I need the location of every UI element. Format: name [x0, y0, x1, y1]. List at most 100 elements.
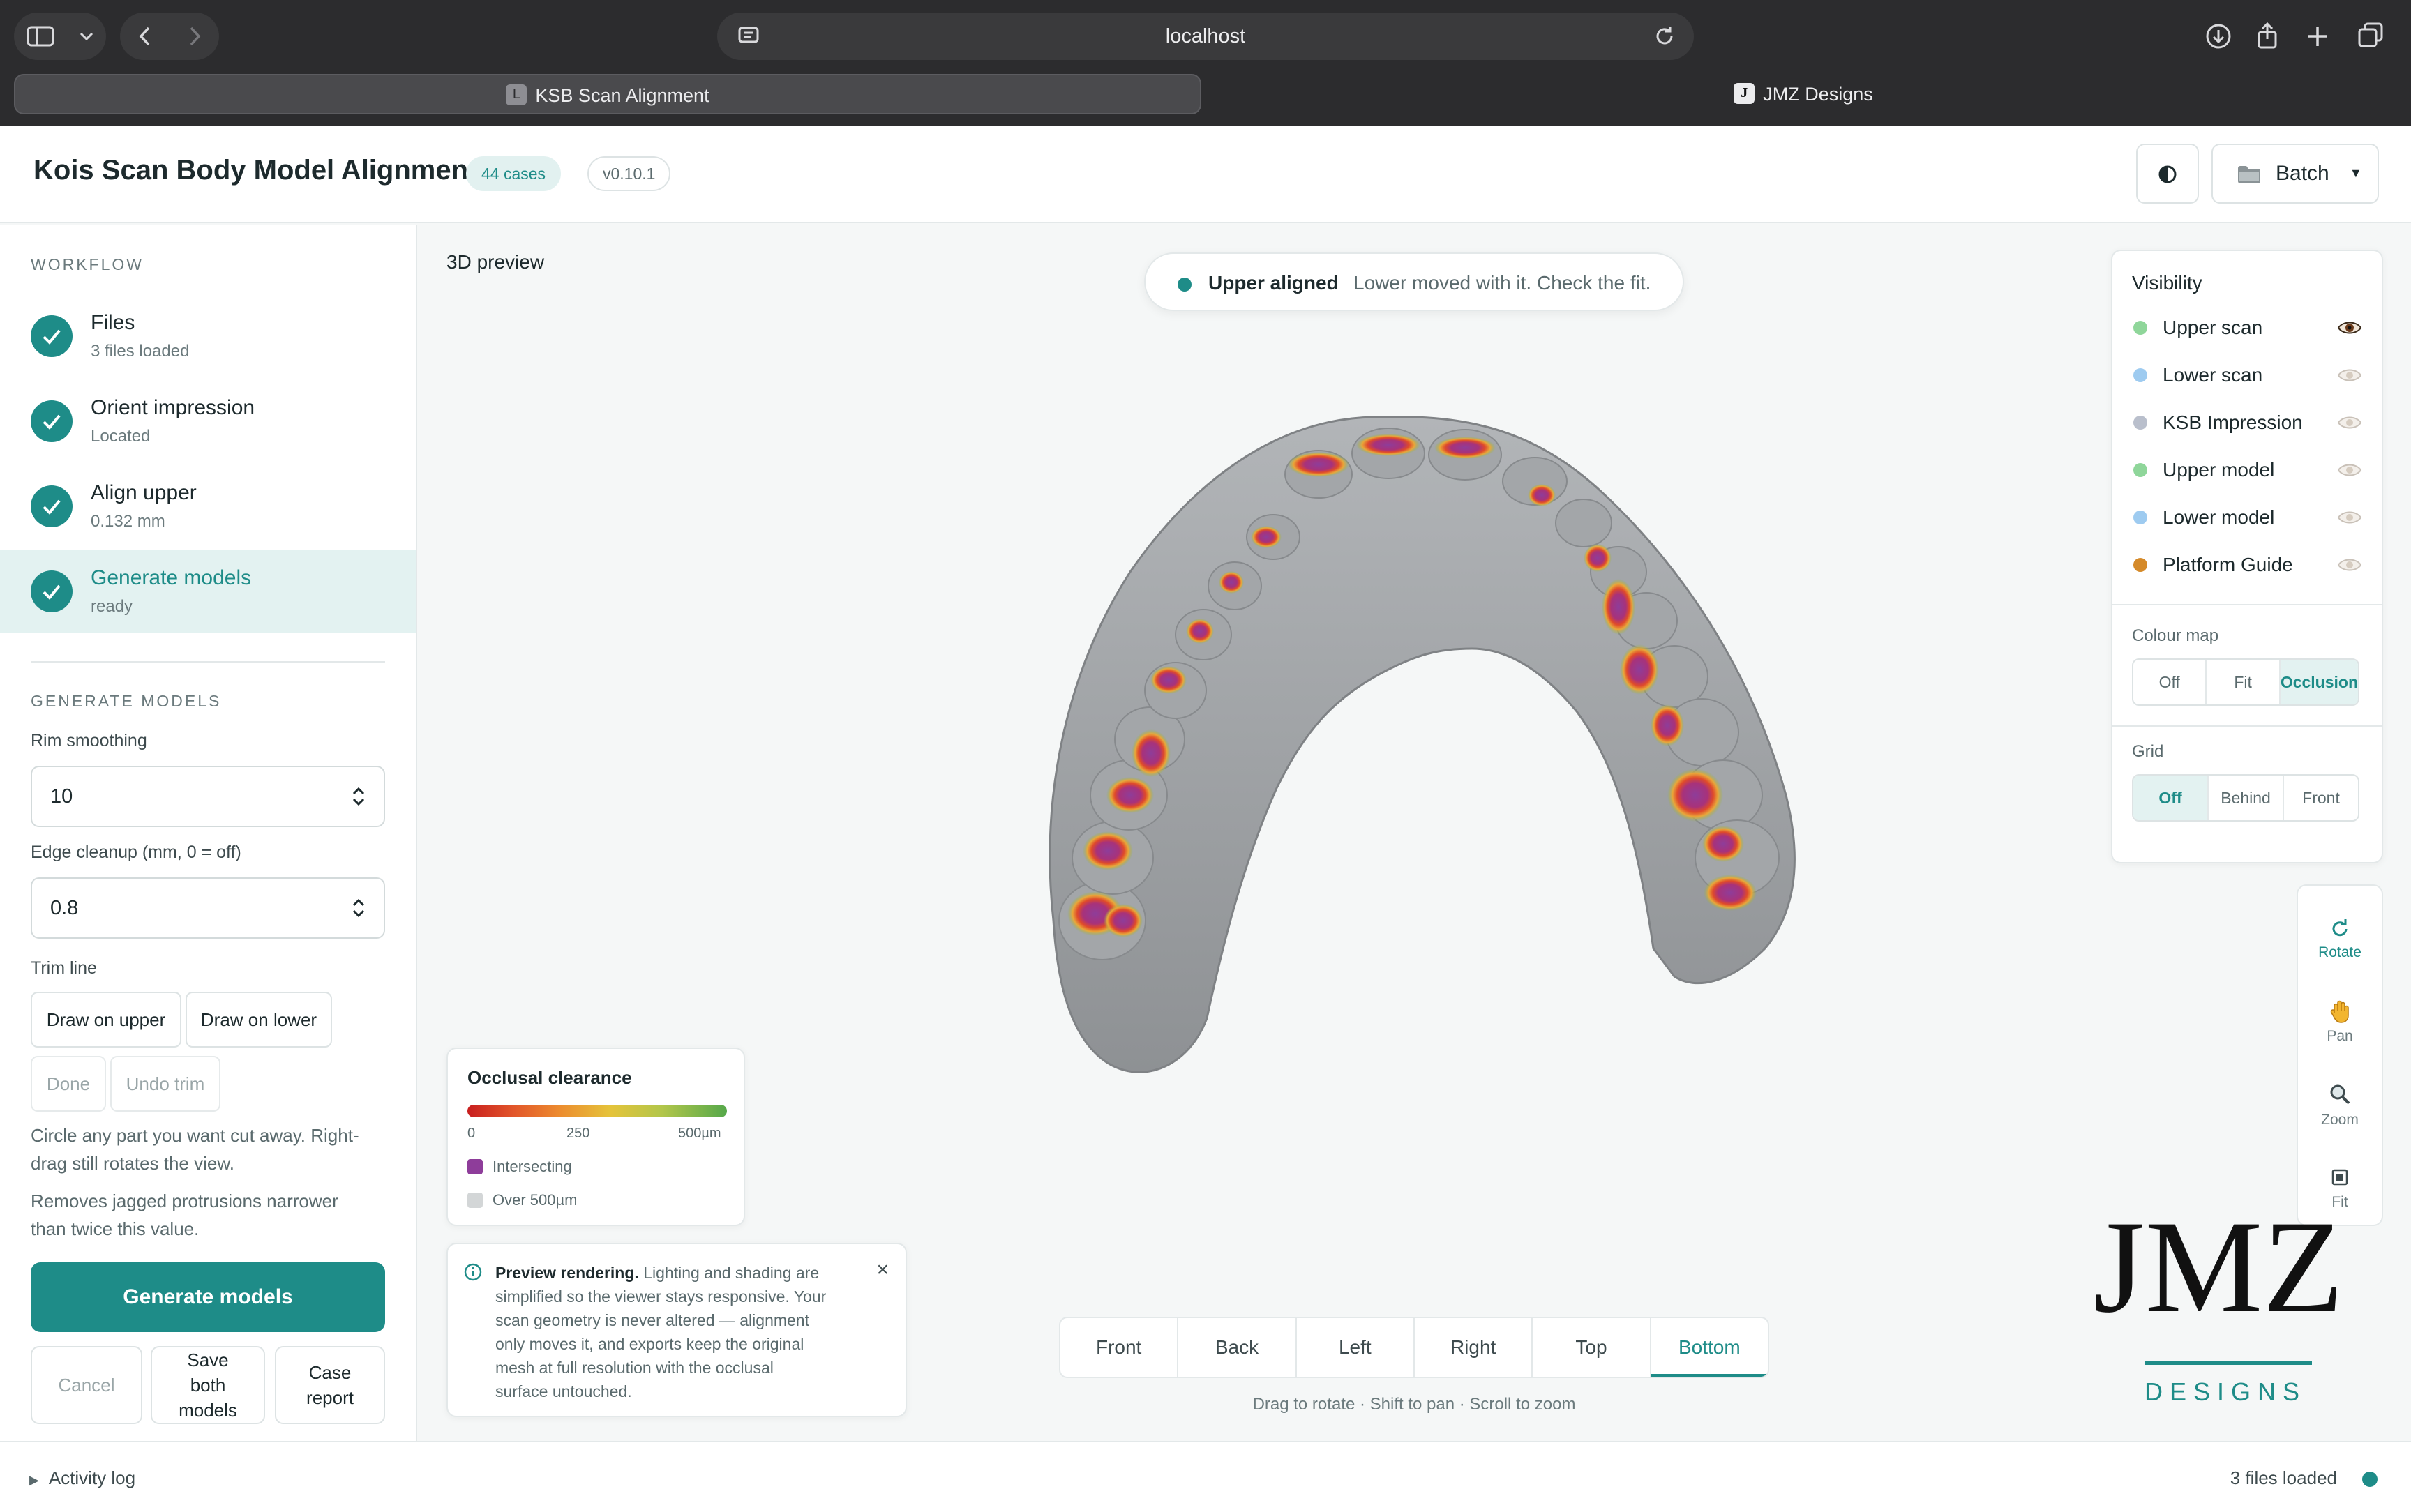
generate-models-button[interactable]: Generate models: [31, 1262, 385, 1332]
navigation-tools: Rotate Pan Zoom Fit: [2297, 884, 2383, 1226]
rim-smoothing-value: 10: [50, 785, 73, 808]
occlusal-clearance-legend: Occlusal clearance 0 250 500µm Intersect…: [446, 1048, 745, 1226]
dental-arch-model[interactable]: [1026, 405, 1814, 1088]
tool-rotate[interactable]: Rotate: [2298, 908, 2382, 978]
tab-favicon: J: [1734, 82, 1755, 104]
color-dot: [2133, 558, 2147, 572]
case-report-button[interactable]: Case report: [275, 1346, 385, 1424]
help-line: than twice this value.: [31, 1218, 200, 1239]
draw-on-upper-button[interactable]: Draw on upper: [31, 992, 181, 1048]
save-both-models-button[interactable]: Save both models: [151, 1346, 265, 1424]
legend-tick: 500µm: [678, 1126, 721, 1141]
view-right-button[interactable]: Right: [1415, 1318, 1533, 1377]
notice-line: scan geometry is never altered — alignme…: [495, 1311, 809, 1329]
divider: [2112, 604, 2382, 605]
status-dot: [2362, 1472, 2378, 1487]
reload-icon[interactable]: [1651, 22, 1678, 50]
eye-icon[interactable]: [2337, 318, 2362, 338]
visibility-item-upper-model[interactable]: Upper model: [2112, 449, 2382, 491]
close-icon[interactable]: ×: [876, 1258, 889, 1282]
done-button[interactable]: Done: [31, 1056, 106, 1112]
download-icon[interactable]: [2200, 18, 2237, 54]
visibility-item-ksb-impression[interactable]: KSB Impression: [2112, 402, 2382, 444]
tool-pan[interactable]: Pan: [2298, 992, 2382, 1061]
help-line: drag still rotates the view.: [31, 1153, 234, 1174]
notice-title: Preview rendering.: [495, 1264, 639, 1282]
eye-hidden-icon[interactable]: [2337, 413, 2362, 432]
grid-off[interactable]: Off: [2133, 776, 2209, 820]
view-front-button[interactable]: Front: [1060, 1318, 1179, 1377]
color-dot: [2133, 321, 2147, 335]
undo-trim-button[interactable]: Undo trim: [110, 1056, 220, 1112]
logo-sub-text: DESIGNS: [2145, 1377, 2306, 1406]
sidebar-toggle-group[interactable]: [14, 13, 106, 60]
new-tab-icon[interactable]: [2299, 18, 2336, 54]
step-orient-impression[interactable]: Orient impression Located: [0, 379, 416, 463]
view-bottom-button[interactable]: Bottom: [1651, 1318, 1768, 1377]
check-icon: [31, 315, 73, 357]
tab-overview-icon[interactable]: [2352, 18, 2389, 54]
eye-hidden-icon[interactable]: [2337, 460, 2362, 480]
step-title: Generate models: [91, 566, 252, 589]
tool-zoom[interactable]: Zoom: [2298, 1075, 2382, 1145]
step-generate-models[interactable]: Generate models ready: [0, 550, 416, 633]
navigation-hint: Drag to rotate · Shift to pan · Scroll t…: [1252, 1395, 1576, 1414]
chevron-down-icon[interactable]: [79, 31, 94, 42]
tab-label: JMZ Designs: [1763, 84, 1873, 105]
button-line: report: [306, 1387, 354, 1408]
tool-label: Pan: [2327, 1028, 2353, 1044]
colour-map-fit[interactable]: Fit: [2207, 660, 2281, 704]
edge-cleanup-input[interactable]: 0.8: [31, 877, 385, 939]
visibility-panel: Visibility Upper scan Lower scan KSB Imp…: [2111, 250, 2383, 863]
sidebar-toggle-icon[interactable]: [27, 25, 54, 47]
stepper-icon[interactable]: [350, 894, 367, 922]
rim-smoothing-input[interactable]: 10: [31, 766, 385, 827]
tab-jmz-designs[interactable]: J JMZ Designs: [1210, 74, 2397, 114]
divider: [31, 661, 385, 663]
colour-map-off[interactable]: Off: [2133, 660, 2207, 704]
share-icon[interactable]: [2249, 18, 2285, 54]
stepper-icon[interactable]: [350, 783, 367, 810]
grid-front[interactable]: Front: [2284, 776, 2358, 820]
eye-hidden-icon[interactable]: [2337, 508, 2362, 527]
workflow-sidebar: WORKFLOW Files 3 files loaded Orient imp…: [0, 225, 417, 1441]
caret-right-icon: ▶: [29, 1473, 39, 1487]
tool-label: Fit: [2331, 1194, 2348, 1210]
tab-ksb-scan-alignment[interactable]: L KSB Scan Alignment: [14, 74, 1201, 114]
edge-help-text: Removes jagged protrusions narrower than…: [31, 1187, 393, 1243]
activity-log-toggle[interactable]: ▶ Activity log: [29, 1467, 135, 1489]
eye-hidden-icon[interactable]: [2337, 365, 2362, 385]
fit-icon: [2331, 1169, 2348, 1186]
forward-icon[interactable]: [188, 25, 202, 47]
draw-on-lower-button[interactable]: Draw on lower: [186, 992, 332, 1048]
step-files[interactable]: Files 3 files loaded: [0, 294, 416, 378]
step-title: Align upper: [91, 481, 197, 504]
visibility-item-lower-scan[interactable]: Lower scan: [2112, 354, 2382, 396]
visibility-item-upper-scan[interactable]: Upper scan: [2112, 307, 2382, 349]
status-dot: [1178, 278, 1192, 292]
info-icon: [464, 1263, 482, 1281]
visibility-item-platform-guide[interactable]: Platform Guide: [2112, 544, 2382, 586]
view-back-button[interactable]: Back: [1178, 1318, 1297, 1377]
eye-hidden-icon[interactable]: [2337, 555, 2362, 575]
check-icon: [31, 570, 73, 612]
legend-tick: 0: [467, 1126, 476, 1141]
step-title: Files: [91, 311, 135, 334]
step-subtitle: ready: [91, 597, 133, 616]
workflow-label: WORKFLOW: [31, 255, 144, 273]
batch-button[interactable]: Batch ▼: [2211, 144, 2379, 204]
colour-map-occlusion[interactable]: Occlusion: [2280, 660, 2358, 704]
visibility-item-lower-model[interactable]: Lower model: [2112, 497, 2382, 538]
grid-behind[interactable]: Behind: [2209, 776, 2284, 820]
back-icon[interactable]: [138, 25, 152, 47]
step-subtitle: 0.132 mm: [91, 512, 165, 531]
cancel-button[interactable]: Cancel: [31, 1346, 142, 1424]
view-left-button[interactable]: Left: [1297, 1318, 1415, 1377]
step-align-upper[interactable]: Align upper 0.132 mm: [0, 464, 416, 548]
address-bar[interactable]: localhost: [717, 13, 1694, 60]
view-top-button[interactable]: Top: [1533, 1318, 1651, 1377]
tool-label: Zoom: [2321, 1112, 2359, 1128]
edge-cleanup-value: 0.8: [50, 897, 79, 919]
visibility-label: Upper scan: [2163, 317, 2263, 338]
theme-toggle-button[interactable]: [2136, 144, 2199, 204]
